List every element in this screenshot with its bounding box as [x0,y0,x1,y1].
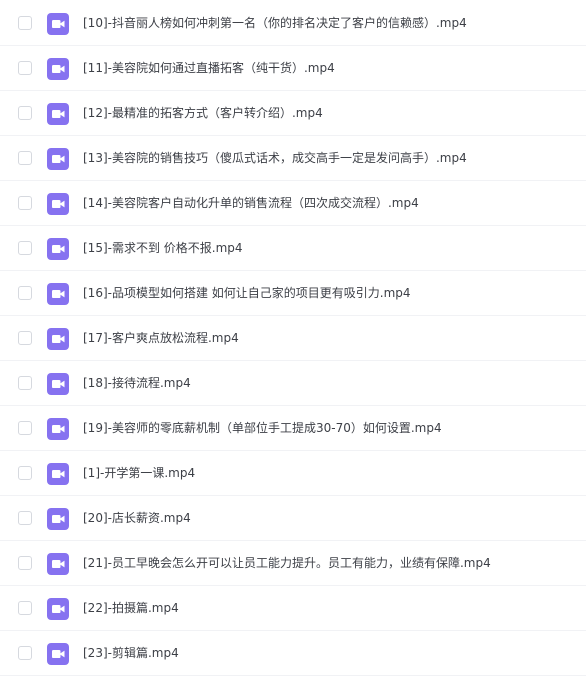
select-checkbox[interactable] [18,241,32,255]
select-checkbox[interactable] [18,646,32,660]
video-file-icon [47,598,69,620]
file-name[interactable]: [22]-拍摄篇.mp4 [83,600,179,616]
file-name[interactable]: [14]-美容院客户自动化升单的销售流程（四次成交流程）.mp4 [83,195,419,211]
select-checkbox[interactable] [18,331,32,345]
file-name[interactable]: [19]-美容师的零底薪机制（单部位手工提成30-70）如何设置.mp4 [83,420,442,436]
video-file-icon [47,418,69,440]
video-file-icon [47,238,69,260]
select-checkbox[interactable] [18,421,32,435]
select-checkbox[interactable] [18,106,32,120]
file-row[interactable]: [20]-店长薪资.mp4 [0,497,586,541]
file-name[interactable]: [13]-美容院的销售技巧（傻瓜式话术，成交高手一定是发问高手）.mp4 [83,150,467,166]
select-checkbox[interactable] [18,556,32,570]
video-file-icon [47,328,69,350]
video-file-icon [47,373,69,395]
file-row[interactable]: [11]-美容院如何通过直播拓客（纯干货）.mp4 [0,47,586,91]
select-checkbox[interactable] [18,61,32,75]
file-row[interactable]: [18]-接待流程.mp4 [0,362,586,406]
file-name[interactable]: [10]-抖音丽人榜如何冲刺第一名（你的排名决定了客户的信赖感）.mp4 [83,15,467,31]
file-row[interactable]: [15]-需求不到 价格不报.mp4 [0,227,586,271]
file-row[interactable]: [13]-美容院的销售技巧（傻瓜式话术，成交高手一定是发问高手）.mp4 [0,137,586,181]
select-checkbox[interactable] [18,511,32,525]
select-checkbox[interactable] [18,151,32,165]
video-file-icon [47,13,69,35]
video-file-icon [47,148,69,170]
file-name[interactable]: [20]-店长薪资.mp4 [83,510,191,526]
file-row[interactable]: [10]-抖音丽人榜如何冲刺第一名（你的排名决定了客户的信赖感）.mp4 [0,2,586,46]
select-checkbox[interactable] [18,466,32,480]
file-row[interactable]: [21]-员工早晚会怎么开可以让员工能力提升。员工有能力，业绩有保障.mp4 [0,542,586,586]
select-checkbox[interactable] [18,286,32,300]
file-row[interactable]: [17]-客户爽点放松流程.mp4 [0,317,586,361]
file-row[interactable]: [22]-拍摄篇.mp4 [0,587,586,631]
file-row[interactable]: [19]-美容师的零底薪机制（单部位手工提成30-70）如何设置.mp4 [0,407,586,451]
file-row[interactable]: [1]-开学第一课.mp4 [0,452,586,496]
file-name[interactable]: [18]-接待流程.mp4 [83,375,191,391]
video-file-icon [47,643,69,665]
select-checkbox[interactable] [18,196,32,210]
file-row[interactable]: [23]-剪辑篇.mp4 [0,632,586,676]
file-name[interactable]: [21]-员工早晚会怎么开可以让员工能力提升。员工有能力，业绩有保障.mp4 [83,555,491,571]
file-row[interactable]: [12]-最精准的拓客方式（客户转介绍）.mp4 [0,92,586,136]
select-checkbox[interactable] [18,376,32,390]
file-list: [10]-抖音丽人榜如何冲刺第一名（你的排名决定了客户的信赖感）.mp4 [11]… [0,0,586,679]
select-checkbox[interactable] [18,16,32,30]
video-file-icon [47,508,69,530]
file-name[interactable]: [11]-美容院如何通过直播拓客（纯干货）.mp4 [83,60,335,76]
file-row[interactable]: [14]-美容院客户自动化升单的销售流程（四次成交流程）.mp4 [0,182,586,226]
file-name[interactable]: [23]-剪辑篇.mp4 [83,645,179,661]
video-file-icon [47,283,69,305]
file-name[interactable]: [17]-客户爽点放松流程.mp4 [83,330,239,346]
file-name[interactable]: [1]-开学第一课.mp4 [83,465,195,481]
file-name[interactable]: [12]-最精准的拓客方式（客户转介绍）.mp4 [83,105,323,121]
file-name[interactable]: [15]-需求不到 价格不报.mp4 [83,240,243,256]
video-file-icon [47,193,69,215]
video-file-icon [47,463,69,485]
file-name[interactable]: [16]-品项模型如何搭建 如何让自己家的项目更有吸引力.mp4 [83,285,411,301]
file-row[interactable]: [16]-品项模型如何搭建 如何让自己家的项目更有吸引力.mp4 [0,272,586,316]
video-file-icon [47,103,69,125]
select-checkbox[interactable] [18,601,32,615]
video-file-icon [47,58,69,80]
video-file-icon [47,553,69,575]
